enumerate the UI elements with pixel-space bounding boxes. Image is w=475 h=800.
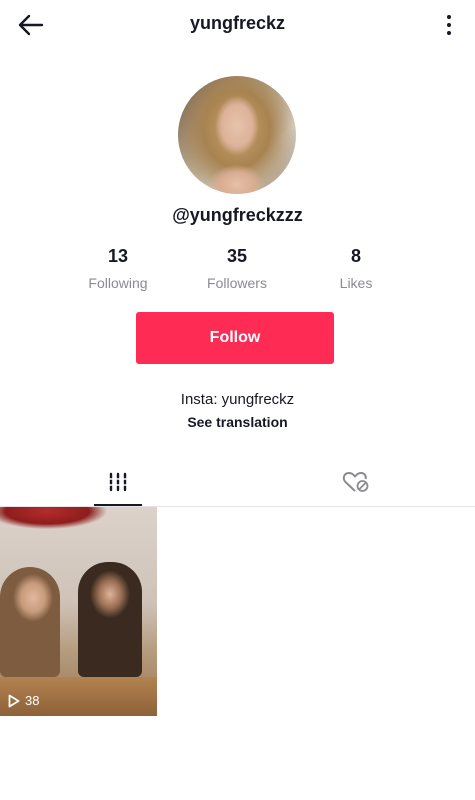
play-count: 38: [8, 693, 39, 708]
stat-followers-value: 35: [226, 246, 248, 266]
liked-videos-icon: [342, 471, 369, 492]
thumbnail-person: [78, 562, 142, 677]
follow-button[interactable]: Follow: [136, 312, 334, 364]
thumbnail-person: [0, 567, 60, 677]
stat-likes-label: Likes: [339, 275, 373, 291]
more-vertical-icon: [447, 15, 451, 19]
grid-icon: [108, 472, 128, 492]
see-translation-link[interactable]: See translation: [0, 414, 475, 430]
stat-followers[interactable]: 35 Followers: [177, 246, 297, 291]
active-tab-indicator: [94, 504, 142, 506]
stat-likes[interactable]: 8 Likes: [296, 246, 416, 291]
tab-liked-videos[interactable]: [332, 458, 380, 506]
tab-videos[interactable]: [94, 458, 142, 506]
stat-following-value: 13: [107, 246, 129, 266]
avatar[interactable]: [178, 76, 296, 194]
top-bar: yungfreckz: [0, 0, 475, 50]
play-count-value: 38: [25, 693, 40, 708]
play-icon: [8, 694, 20, 707]
more-options-button[interactable]: [441, 10, 457, 40]
stat-following-label: Following: [88, 275, 148, 291]
page-title: yungfreckz: [189, 13, 286, 33]
stat-following[interactable]: 13 Following: [58, 246, 178, 291]
video-thumbnail[interactable]: 38: [0, 507, 157, 716]
profile-handle: @yungfreckzzz: [172, 205, 303, 225]
stat-followers-label: Followers: [207, 275, 267, 291]
bio-text: Insta: yungfreckz: [180, 391, 295, 408]
stat-likes-value: 8: [350, 246, 361, 266]
profile-tabs: [0, 458, 475, 507]
